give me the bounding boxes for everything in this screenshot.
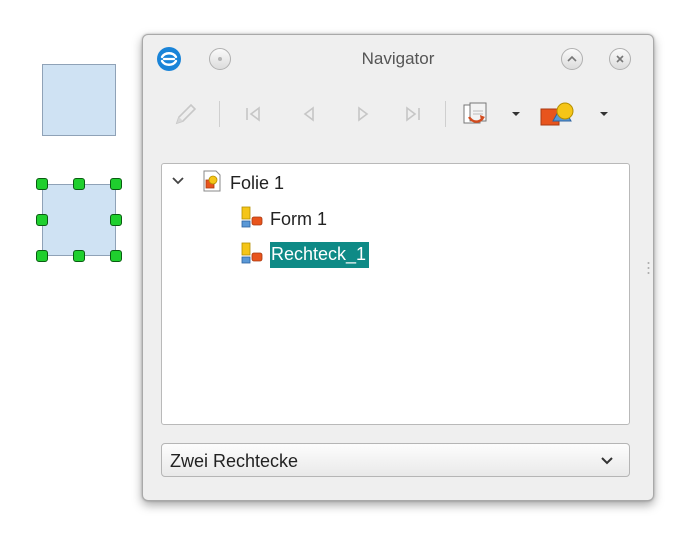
toolbar-separator <box>445 101 446 127</box>
selected-rectangle-shape[interactable] <box>42 184 116 256</box>
previous-icon[interactable] <box>295 99 323 129</box>
tree-item-slide[interactable]: Folie 1 <box>170 170 284 196</box>
chevron-down-icon[interactable] <box>599 454 615 473</box>
shapes-dropdown-icon[interactable] <box>597 99 611 129</box>
shape-icon <box>240 205 270 234</box>
selection-handle-bottom-left[interactable] <box>36 250 48 262</box>
navigator-tree[interactable]: Folie 1 Form 1 Rechteck_1 <box>161 163 630 425</box>
document-select[interactable]: Zwei Rechtecke <box>161 443 630 477</box>
resize-grip-icon[interactable] <box>647 261 650 275</box>
selection-handle-top-left[interactable] <box>36 178 48 190</box>
tree-item-label: Rechteck_1 <box>270 242 370 268</box>
tree-item-shape[interactable]: Form 1 <box>240 206 327 232</box>
first-icon[interactable] <box>239 99 267 129</box>
title-bar[interactable]: Navigator <box>143 35 653 85</box>
shape-icon <box>240 241 270 270</box>
last-icon[interactable] <box>399 99 427 129</box>
selection-handle-bottom-right[interactable] <box>110 250 122 262</box>
tree-item-label: Folie 1 <box>230 172 285 193</box>
shade-button[interactable] <box>561 48 583 70</box>
shapes-icon[interactable] <box>537 99 577 129</box>
drag-mode-dropdown-icon[interactable] <box>509 99 523 129</box>
toolbar-separator <box>219 101 220 127</box>
next-icon[interactable] <box>349 99 377 129</box>
tree-item-shape-selected[interactable]: Rechteck_1 <box>240 241 370 270</box>
document-select-value: Zwei Rechtecke <box>170 451 299 471</box>
tree-item-label: Form 1 <box>270 208 328 229</box>
drag-mode-icon[interactable] <box>461 99 493 129</box>
selection-handle-top[interactable] <box>73 178 85 190</box>
selection-handle-left[interactable] <box>36 214 48 226</box>
selection-handle-right[interactable] <box>110 214 122 226</box>
selection-handle-top-right[interactable] <box>110 178 122 190</box>
pencil-icon[interactable] <box>171 99 199 129</box>
rectangle-shape[interactable] <box>42 64 116 136</box>
slide-icon <box>200 169 230 198</box>
navigator-toolbar <box>143 95 653 135</box>
selection-handle-bottom[interactable] <box>73 250 85 262</box>
close-button[interactable] <box>609 48 631 70</box>
chevron-down-icon[interactable] <box>170 173 192 194</box>
navigator-window: Navigator Folie 1 Form 1 Rechteck_1 Zwei… <box>142 34 654 501</box>
